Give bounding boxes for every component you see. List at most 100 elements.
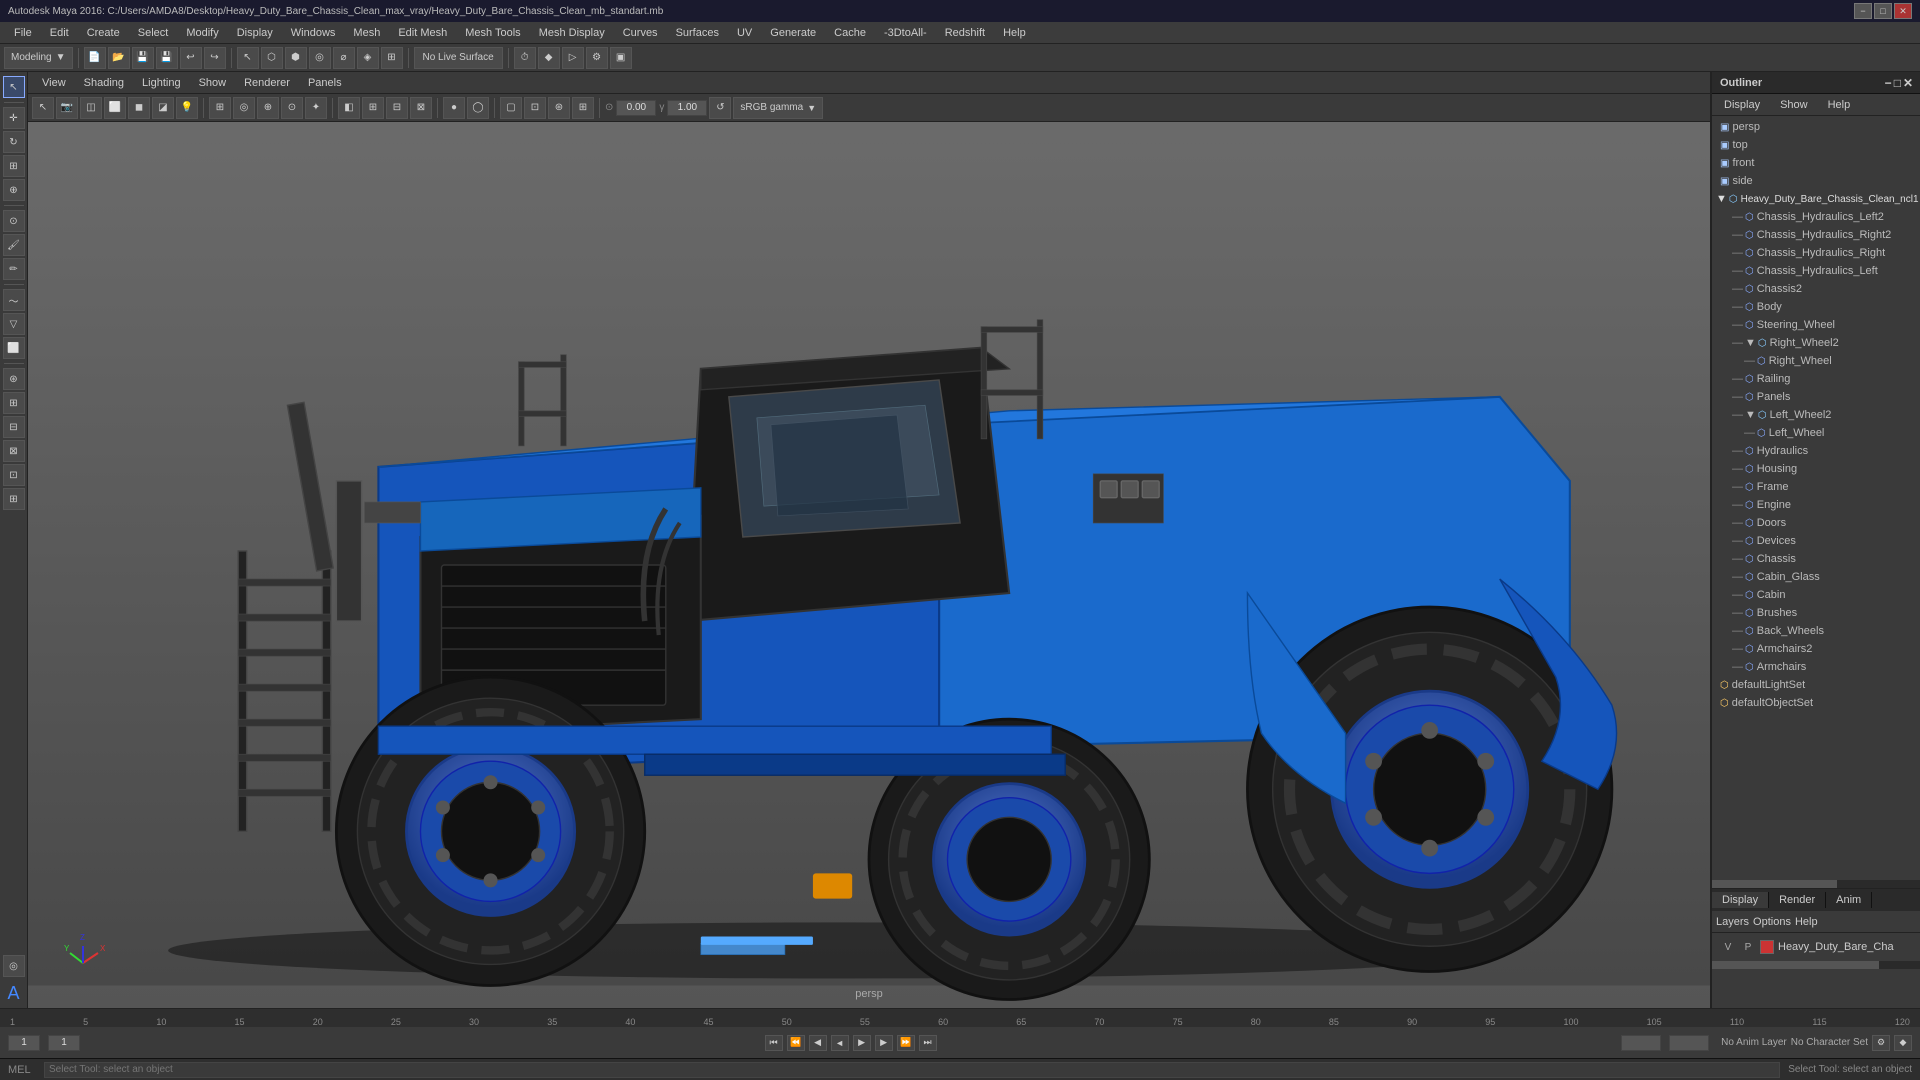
- layer-row-1[interactable]: V P Heavy_Duty_Bare_Cha: [1716, 937, 1917, 957]
- vp-fit2-btn[interactable]: ⊞: [572, 97, 594, 119]
- menu-help[interactable]: Help: [995, 25, 1034, 41]
- vp-persp-btn[interactable]: ⊟: [386, 97, 408, 119]
- viewport-menu-view[interactable]: View: [34, 75, 74, 91]
- menu-uv[interactable]: UV: [729, 25, 760, 41]
- total-end-field[interactable]: 200: [1669, 1035, 1709, 1051]
- mode-dropdown[interactable]: Modeling ▼: [4, 47, 73, 69]
- no-live-surface-button[interactable]: No Live Surface: [414, 47, 503, 69]
- paint-skin-tool[interactable]: ✏: [3, 258, 25, 280]
- range-start-field[interactable]: [48, 1035, 80, 1051]
- next-key-button[interactable]: ⏩: [897, 1035, 915, 1051]
- outliner-item-panels[interactable]: — ⬡ Panels: [1712, 388, 1920, 406]
- select-tool[interactable]: ↖: [3, 76, 25, 98]
- ch-tab-display[interactable]: Display: [1712, 892, 1769, 908]
- curve-tool[interactable]: 〜: [3, 289, 25, 311]
- outliner-item-front[interactable]: ▣ front: [1712, 154, 1920, 172]
- outliner-item-hydraulics[interactable]: — ⬡ Hydraulics: [1712, 442, 1920, 460]
- vp-resize-btn[interactable]: ⊡: [524, 97, 546, 119]
- viewport-menu-panels[interactable]: Panels: [300, 75, 350, 91]
- viewport-menu-shading[interactable]: Shading: [76, 75, 132, 91]
- outliner-item-armchairs2[interactable]: — ⬡ Armchairs2: [1712, 640, 1920, 658]
- help-btn[interactable]: Help: [1795, 916, 1818, 928]
- outliner-item-devices[interactable]: — ⬡ Devices: [1712, 532, 1920, 550]
- outliner-item-top[interactable]: ▣ top: [1712, 136, 1920, 154]
- current-frame-field[interactable]: [8, 1035, 40, 1051]
- outliner-item-cabin[interactable]: — ⬡ Cabin: [1712, 586, 1920, 604]
- select-tool-button[interactable]: ↖: [237, 47, 259, 69]
- move-tool[interactable]: ✛: [3, 107, 25, 129]
- vp-iso-btn[interactable]: ◧: [338, 97, 360, 119]
- prev-frame-button[interactable]: ◀: [809, 1035, 827, 1051]
- vp-display-btn[interactable]: ◫: [80, 97, 102, 119]
- vp-shade-btn[interactable]: ◼: [128, 97, 150, 119]
- go-to-end-button[interactable]: ⏭: [919, 1035, 937, 1051]
- menu-create[interactable]: Create: [79, 25, 128, 41]
- menu-display[interactable]: Display: [229, 25, 281, 41]
- menu-redshift[interactable]: Redshift: [937, 25, 993, 41]
- menu-cache[interactable]: Cache: [826, 25, 874, 41]
- vp-wireframe-btn[interactable]: ⬜: [104, 97, 126, 119]
- anim-settings-button[interactable]: ⚙: [1872, 1035, 1890, 1051]
- ch-tab-render[interactable]: Render: [1769, 892, 1826, 908]
- outliner-item-chassis[interactable]: — ⬡ Chassis: [1712, 550, 1920, 568]
- vp-circle-btn[interactable]: ●: [443, 97, 465, 119]
- outliner-item-left-wheel[interactable]: — ⬡ Left_Wheel: [1712, 424, 1920, 442]
- quick-select-tool[interactable]: ◎: [3, 955, 25, 977]
- history-button[interactable]: ⏱: [514, 47, 536, 69]
- outliner-tree[interactable]: ▣ persp ▣ top ▣ front: [1712, 116, 1920, 880]
- new-scene-button[interactable]: 📄: [84, 47, 106, 69]
- menu-select[interactable]: Select: [130, 25, 177, 41]
- render-region-button[interactable]: ▣: [610, 47, 632, 69]
- layers-btn[interactable]: Layers: [1716, 916, 1749, 928]
- vp-box-btn[interactable]: ▢: [500, 97, 522, 119]
- show-manip-tool[interactable]: ⊛: [3, 368, 25, 390]
- go-to-start-button[interactable]: ⏮: [765, 1035, 783, 1051]
- render-settings-button[interactable]: ⚙: [586, 47, 608, 69]
- rotate-tool[interactable]: ↻: [3, 131, 25, 153]
- render-button[interactable]: ▷: [562, 47, 584, 69]
- outliner-item-chassis-hyd-l2[interactable]: — ⬡ Chassis_Hydraulics_Left2: [1712, 208, 1920, 226]
- lattice-tool[interactable]: ⊞: [3, 488, 25, 510]
- snap-poly-button[interactable]: ◈: [357, 47, 379, 69]
- outliner-item-persp[interactable]: ▣ persp: [1712, 118, 1920, 136]
- snap-tool[interactable]: ⊠: [3, 440, 25, 462]
- menu-windows[interactable]: Windows: [283, 25, 344, 41]
- outliner-item-left-wheel2[interactable]: — ▼ ⬡ Left_Wheel2: [1712, 406, 1920, 424]
- soft-select-tool[interactable]: ⊙: [3, 210, 25, 232]
- snap-grid-button[interactable]: ⊞: [381, 47, 403, 69]
- menu-file[interactable]: File: [6, 25, 40, 41]
- vp-snaptool-btn[interactable]: ⊙: [281, 97, 303, 119]
- menu-mesh[interactable]: Mesh: [345, 25, 388, 41]
- outliner-item-cabin-glass[interactable]: — ⬡ Cabin_Glass: [1712, 568, 1920, 586]
- outliner-item-brushes[interactable]: — ⬡ Brushes: [1712, 604, 1920, 622]
- outliner-item-main-group[interactable]: ▼ ⬡ Heavy_Duty_Bare_Chassis_Clean_ncl1: [1712, 190, 1920, 208]
- universal-manip-tool[interactable]: ⊕: [3, 179, 25, 201]
- outliner-item-body[interactable]: — ⬡ Body: [1712, 298, 1920, 316]
- channel-scrollbar[interactable]: [1712, 961, 1879, 969]
- options-btn[interactable]: Options: [1753, 916, 1791, 928]
- keyframe-button[interactable]: ◆: [538, 47, 560, 69]
- vp-cam-btn2[interactable]: ◎: [233, 97, 255, 119]
- lasso-button[interactable]: ⬡: [261, 47, 283, 69]
- viewport-menu-renderer[interactable]: Renderer: [236, 75, 298, 91]
- outliner-item-chassis-hyd-l[interactable]: — ⬡ Chassis_Hydraulics_Left: [1712, 262, 1920, 280]
- minimize-button[interactable]: −: [1854, 3, 1872, 19]
- vp-camera-btn[interactable]: 📷: [56, 97, 78, 119]
- paint-button[interactable]: ⬢: [285, 47, 307, 69]
- close-button[interactable]: ✕: [1894, 3, 1912, 19]
- outliner-item-back-wheels[interactable]: — ⬡ Back_Wheels: [1712, 622, 1920, 640]
- outliner-item-armchairs[interactable]: — ⬡ Armchairs: [1712, 658, 1920, 676]
- menu-mesh-display[interactable]: Mesh Display: [531, 25, 613, 41]
- outliner-close[interactable]: ✕: [1903, 76, 1913, 90]
- nurbs-tool[interactable]: ⬜: [3, 337, 25, 359]
- next-frame-button[interactable]: ▶: [875, 1035, 893, 1051]
- play-back-button[interactable]: ◄: [831, 1035, 849, 1051]
- outliner-item-doors[interactable]: — ⬡ Doors: [1712, 514, 1920, 532]
- outliner-item-engine[interactable]: — ⬡ Engine: [1712, 496, 1920, 514]
- menu-curves[interactable]: Curves: [615, 25, 666, 41]
- vp-select-btn[interactable]: ↖: [32, 97, 54, 119]
- outliner-item-default-object-set[interactable]: ⬡ defaultObjectSet: [1712, 694, 1920, 712]
- outliner-item-chassis2[interactable]: — ⬡ Chassis2: [1712, 280, 1920, 298]
- restore-button[interactable]: □: [1874, 3, 1892, 19]
- scale-tool[interactable]: ⊞: [3, 155, 25, 177]
